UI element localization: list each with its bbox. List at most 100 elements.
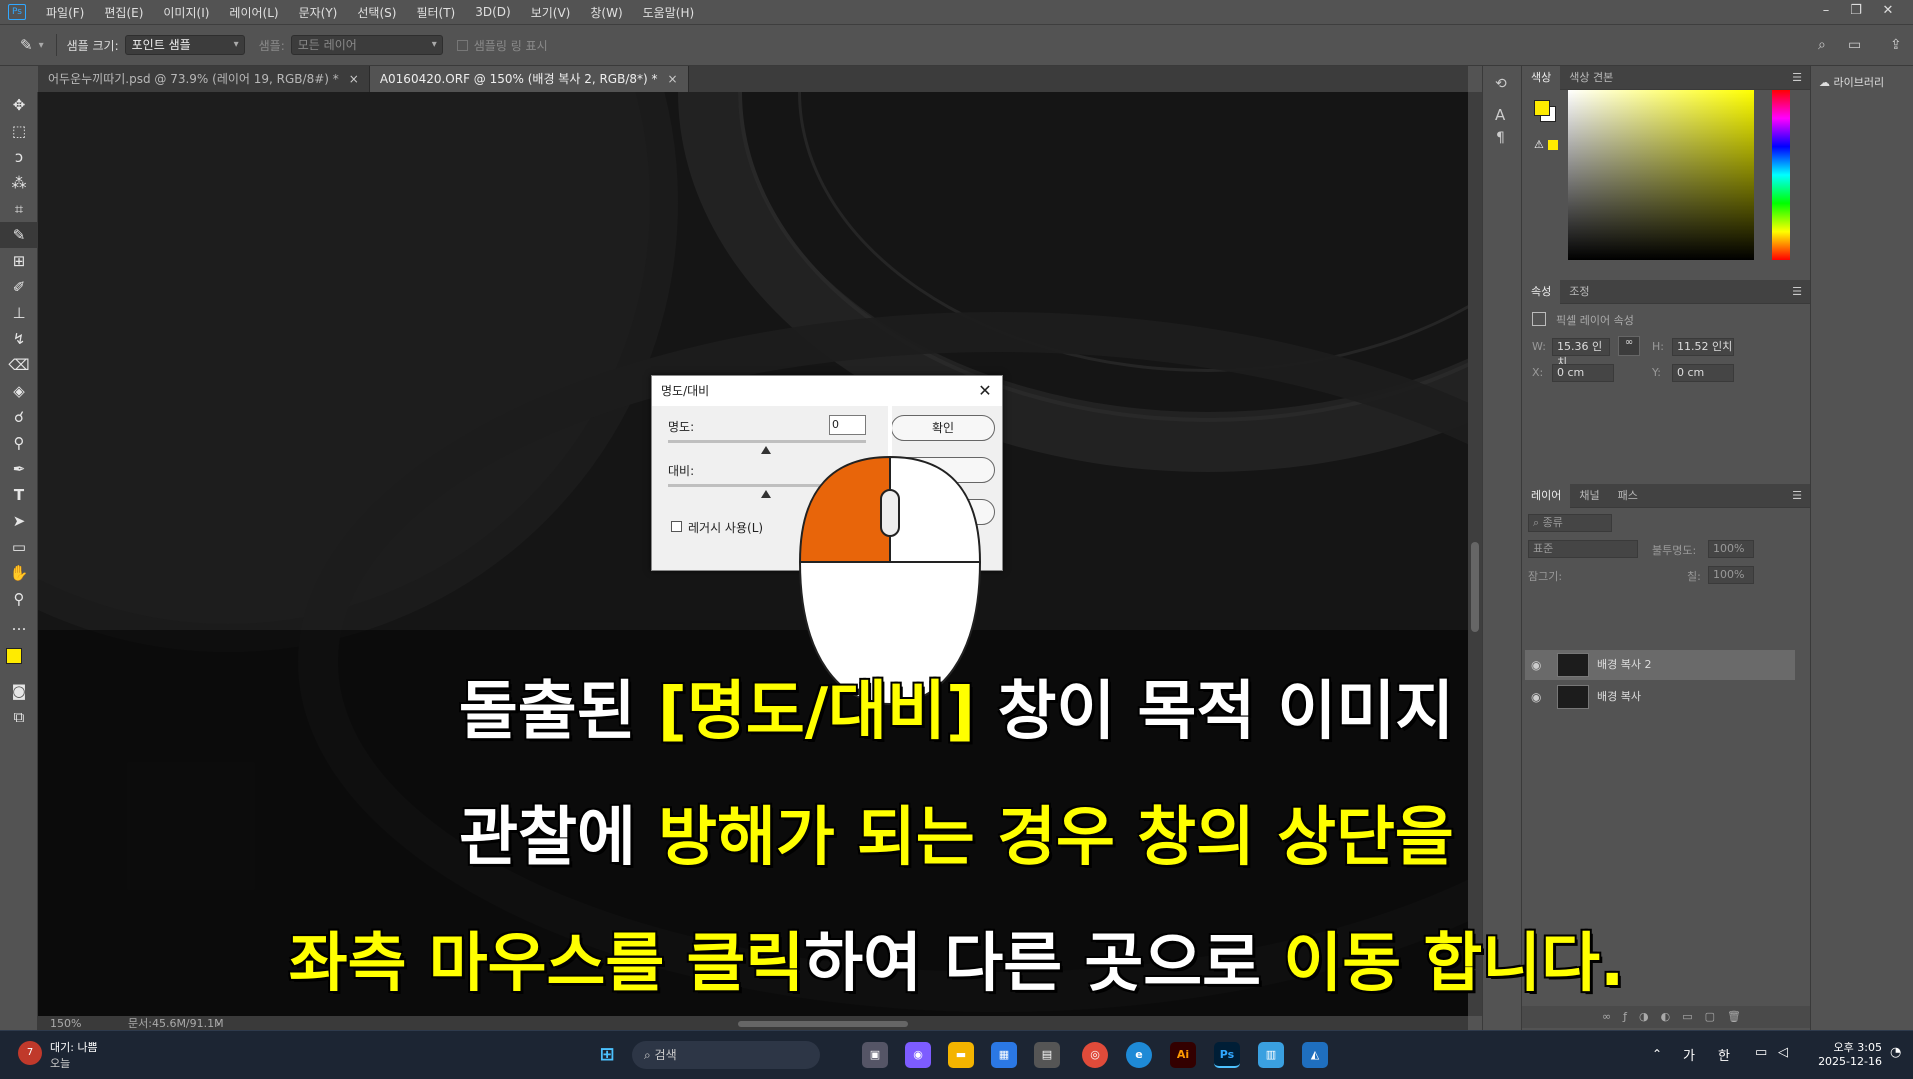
type-tool-icon[interactable]: T — [0, 482, 38, 508]
tab-swatches[interactable]: 색상 견본 — [1560, 66, 1622, 90]
menu-file[interactable]: 파일(F) — [36, 4, 94, 21]
paragraph-icon[interactable]: ¶ — [1496, 130, 1505, 146]
menu-view[interactable]: 보기(V) — [521, 4, 581, 21]
start-icon[interactable]: ⊞ — [594, 1042, 620, 1068]
chrome-icon[interactable]: ◎ — [1082, 1042, 1108, 1068]
width-field[interactable]: 15.36 인치 — [1552, 338, 1610, 369]
zoom-tool-icon[interactable]: ⚲ — [0, 586, 38, 612]
lasso-tool-icon[interactable]: ↄ — [0, 144, 38, 170]
minimize-icon[interactable]: – — [1811, 0, 1841, 24]
show-ring-checkbox[interactable] — [456, 39, 468, 51]
foreground-color[interactable] — [1534, 100, 1550, 116]
height-field[interactable]: 11.52 인치 — [1672, 338, 1734, 356]
restore-icon[interactable]: ❐ — [1841, 0, 1871, 24]
hue-slider[interactable] — [1772, 90, 1790, 260]
more-tools-icon[interactable]: … — [0, 612, 38, 638]
tab-document-2[interactable]: A0160420.ORF @ 150% (배경 복사 2, RGB/8*) * × — [369, 66, 689, 92]
workspace-icon[interactable]: ▭ — [1848, 37, 1861, 53]
panel-menu-icon[interactable]: ☰ — [1792, 71, 1802, 84]
chevron-down-icon[interactable]: ▾ — [39, 40, 44, 51]
menu-edit[interactable]: 편집(E) — [94, 4, 153, 21]
menu-window[interactable]: 창(W) — [580, 4, 632, 21]
menu-type[interactable]: 문자(Y) — [289, 4, 348, 21]
panel-menu-icon[interactable]: ☰ — [1792, 285, 1802, 298]
menu-select[interactable]: 선택(S) — [347, 4, 406, 21]
brush-tool-icon[interactable]: ✐ — [0, 274, 38, 300]
clock-time[interactable]: 오후 3:05 — [1812, 1039, 1882, 1055]
menu-3d[interactable]: 3D(D) — [465, 5, 520, 19]
scroll-thumb[interactable] — [1471, 542, 1479, 632]
sample-select[interactable]: 모든 레이어 — [290, 35, 443, 55]
character-icon[interactable]: A — [1495, 106, 1505, 124]
rectangle-tool-icon[interactable]: ▭ — [0, 534, 38, 560]
tab-document-1[interactable]: 어두운누끼따기.psd @ 73.9% (레이어 19, RGB/8#) * × — [38, 66, 370, 92]
notification-icon[interactable]: ◔ — [1890, 1045, 1901, 1060]
volume-icon[interactable]: ◁ — [1778, 1045, 1788, 1060]
history-brush-icon[interactable]: ↯ — [0, 326, 38, 352]
ime-mode-2[interactable]: 한 — [1718, 1045, 1730, 1064]
illustrator-icon[interactable]: Ai — [1170, 1042, 1196, 1068]
network-icon[interactable]: ▭ — [1755, 1045, 1767, 1060]
marquee-tool-icon[interactable]: ⬚ — [0, 118, 38, 144]
eyedropper-icon[interactable]: ✎ — [20, 36, 33, 54]
panel-menu-icon[interactable]: ☰ — [1792, 489, 1802, 502]
history-icon[interactable]: ⟲ — [1495, 76, 1507, 92]
path-select-icon[interactable]: ➤ — [0, 508, 38, 534]
fill-field[interactable]: 100% — [1708, 566, 1754, 584]
edge-icon[interactable]: e — [1126, 1042, 1152, 1068]
blend-mode-select[interactable]: 표준 — [1528, 540, 1638, 558]
stamp-tool-icon[interactable]: ⊥ — [0, 300, 38, 326]
taskbar-search[interactable]: ⌕ 검색 — [632, 1041, 820, 1069]
menu-filter[interactable]: 필터(T) — [406, 4, 465, 21]
close-icon[interactable]: × — [668, 72, 678, 86]
x-field[interactable]: 0 cm — [1552, 364, 1614, 382]
close-icon[interactable]: × — [349, 72, 359, 86]
tab-adjustments[interactable]: 조정 — [1560, 280, 1598, 304]
opacity-field[interactable]: 100% — [1708, 540, 1754, 558]
tab-paths[interactable]: 패스 — [1609, 484, 1647, 508]
eyedropper-tool-icon[interactable]: ✎ — [0, 222, 38, 248]
brightness-slider-handle[interactable] — [761, 446, 771, 454]
link-icon[interactable]: ∞ — [1618, 336, 1640, 356]
copilot-icon[interactable]: ◉ — [905, 1042, 931, 1068]
dodge-tool-icon[interactable]: ⚲ — [0, 430, 38, 456]
y-field[interactable]: 0 cm — [1672, 364, 1734, 382]
horizontal-scrollbar[interactable] — [738, 1021, 908, 1027]
hand-tool-icon[interactable]: ✋ — [0, 560, 38, 586]
healing-tool-icon[interactable]: ⊞ — [0, 248, 38, 274]
notepad-icon[interactable]: ▥ — [1258, 1042, 1284, 1068]
close-icon[interactable]: ✕ — [1873, 0, 1903, 24]
chevron-up-icon[interactable]: ⌃ — [1652, 1047, 1662, 1061]
task-view-icon[interactable]: ▣ — [862, 1042, 888, 1068]
sample-size-select[interactable]: 포인트 샘플 — [124, 35, 245, 55]
menu-help[interactable]: 도움말(H) — [633, 4, 705, 21]
paint-bucket-icon[interactable]: ◈ — [0, 378, 38, 404]
clock-date[interactable]: 2025-12-16 — [1802, 1055, 1882, 1068]
eraser-tool-icon[interactable]: ⌫ — [0, 352, 38, 378]
layers-footer-icons[interactable]: ∞ƒ◑◐▭▢🗑 — [1522, 1006, 1810, 1028]
tab-color[interactable]: 색상 — [1522, 65, 1561, 90]
menu-image[interactable]: 이미지(I) — [153, 4, 219, 21]
menu-layer[interactable]: 레이어(L) — [219, 4, 288, 21]
smudge-tool-icon[interactable]: ☌ — [0, 404, 38, 430]
legacy-checkbox[interactable] — [671, 521, 682, 532]
share-icon[interactable]: ⇪ — [1890, 37, 1902, 53]
photos-icon[interactable]: ◭ — [1302, 1042, 1328, 1068]
photoshop-icon[interactable]: Ps — [1214, 1042, 1240, 1068]
file-explorer-icon[interactable]: ▬ — [948, 1042, 974, 1068]
move-tool-icon[interactable]: ✥ — [0, 92, 38, 118]
libraries-button[interactable]: ☁ 라이브러리 — [1819, 74, 1884, 90]
magic-wand-tool-icon[interactable]: ⁂ — [0, 170, 38, 196]
layer-filter-select[interactable]: ⌕ 종류 — [1528, 514, 1612, 532]
search-icon[interactable]: ⌕ — [1818, 37, 1826, 53]
tab-channels[interactable]: 채널 — [1570, 484, 1608, 508]
weather-status[interactable]: 대기: 나쁨 — [50, 1039, 98, 1055]
tab-layers[interactable]: 레이어 — [1522, 483, 1571, 508]
contrast-slider-handle[interactable] — [761, 490, 771, 498]
calculator-icon[interactable]: ▤ — [1034, 1042, 1060, 1068]
pen-tool-icon[interactable]: ✒ — [0, 456, 38, 482]
weather-icon[interactable]: 7 — [18, 1041, 42, 1065]
color-field[interactable] — [1568, 90, 1754, 260]
ime-mode-1[interactable]: 가 — [1683, 1045, 1695, 1064]
crop-tool-icon[interactable]: ⌗ — [0, 196, 38, 222]
